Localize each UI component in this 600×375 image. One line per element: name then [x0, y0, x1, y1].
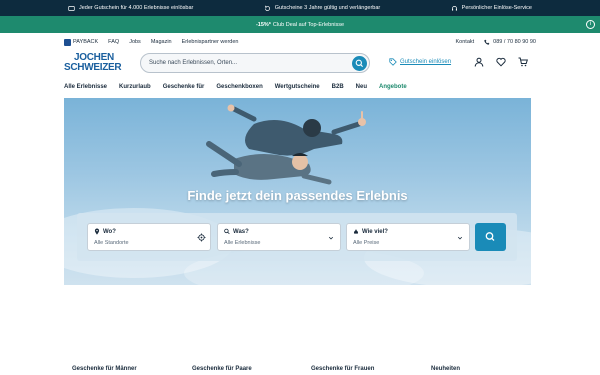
partner-link[interactable]: Erlebnispartner werden [182, 39, 239, 45]
main-nav: Alle Erlebnisse Kurzurlaub Geschenke für… [64, 84, 407, 94]
nav-item-geschenkboxen[interactable]: Geschenkboxen [216, 84, 262, 94]
chevron-down-icon [457, 236, 463, 240]
location-pin-icon [94, 228, 100, 235]
search-icon [224, 228, 230, 235]
promo-text: Club Deal auf Top-Erlebnisse [272, 21, 345, 28]
price-select[interactable]: Wie viel? Alle Preise [346, 223, 470, 251]
price-value: Alle Preise [353, 240, 380, 246]
search-input[interactable]: Suche nach Erlebnissen, Orten... [149, 60, 237, 66]
cart-icon[interactable] [518, 57, 528, 67]
usp-text: Jeder Gutschein für 4.000 Erlebnisse ein… [79, 5, 194, 11]
skydivers-image [206, 104, 366, 185]
chevron-down-icon [328, 236, 334, 240]
nav-item-neu[interactable]: Neu [356, 84, 367, 94]
phone-link[interactable]: 089 / 70 80 90 90 [484, 39, 536, 45]
location-label: Wo? [103, 229, 116, 235]
usp-item: Persönlicher Einlöse-Service [451, 5, 532, 12]
search-bar[interactable]: Suche nach Erlebnissen, Orten... [140, 53, 370, 73]
nav-item-angebote[interactable]: Angebote [379, 84, 407, 94]
faq-link[interactable]: FAQ [108, 39, 119, 45]
promo-highlight: -15%* [255, 21, 271, 28]
site-header: JOCHEN SCHWEIZER Suche nach Erlebnissen,… [64, 52, 536, 76]
usp-text: Gutscheine 3 Jahre gültig und verlängerb… [274, 5, 381, 11]
category-value: Alle Erlebnisse [224, 240, 261, 246]
payback-icon [64, 38, 71, 46]
hero-headline: Finde jetzt dein passendes Erlebnis [187, 188, 408, 203]
promo-banner[interactable]: -15%* Club Deal auf Top-Erlebnisse i [0, 16, 600, 33]
meta-links: PAYBACK FAQ Jobs Magazin Erlebnispartner… [64, 37, 536, 47]
heart-icon[interactable] [496, 57, 506, 67]
search-icon [355, 59, 363, 67]
usp-item: Gutscheine 3 Jahre gültig und verlängerb… [264, 5, 380, 12]
hero-banner: Finde jetzt dein passendes Erlebnis Wo? … [64, 98, 531, 285]
nav-item-b2b[interactable]: B2B [332, 84, 344, 94]
search-icon [485, 232, 495, 241]
payback-link[interactable]: PAYBACK [64, 38, 98, 46]
category-new[interactable]: Neuheiten [431, 366, 460, 372]
brand-logo[interactable]: JOCHEN SCHWEIZER [64, 53, 124, 75]
locate-icon[interactable] [197, 233, 206, 242]
usp-bar: Jeder Gutschein für 4.000 Erlebnisse ein… [0, 0, 600, 16]
magazin-link[interactable]: Magazin [151, 39, 172, 45]
phone-icon [484, 39, 490, 45]
nav-item-all[interactable]: Alle Erlebnisse [64, 84, 107, 94]
category-select[interactable]: Was? Alle Erlebnisse [217, 223, 341, 251]
experience-finder: Wo? Alle Standorte Was? Alle Erlebnisse … [77, 213, 517, 261]
user-icon[interactable] [474, 57, 484, 67]
location-select[interactable]: Wo? Alle Standorte [87, 223, 211, 251]
category-couples[interactable]: Geschenke für Paare [192, 366, 252, 372]
redeem-voucher-link[interactable]: Gutschein einlösen [389, 58, 451, 66]
nav-item-geschenke[interactable]: Geschenke für [163, 84, 205, 94]
info-icon[interactable]: i [586, 20, 595, 29]
jobs-link[interactable]: Jobs [129, 39, 141, 45]
nav-item-wertgutscheine[interactable]: Wertgutscheine [275, 84, 320, 94]
location-value: Alle Standorte [94, 240, 129, 246]
tag-icon [389, 58, 397, 66]
category-label: Was? [233, 229, 249, 235]
category-row: Geschenke für Männer Geschenke für Paare… [0, 366, 600, 375]
voucher-icon [68, 5, 75, 11]
usp-item: Jeder Gutschein für 4.000 Erlebnisse ein… [68, 5, 193, 12]
price-label: Wie viel? [362, 229, 388, 235]
finder-search-button[interactable] [475, 223, 506, 251]
category-men[interactable]: Geschenke für Männer [72, 366, 137, 372]
usp-text: Persönlicher Einlöse-Service [461, 5, 532, 11]
money-bag-icon [353, 229, 359, 234]
headset-icon [451, 5, 457, 11]
refresh-icon [264, 5, 270, 11]
nav-item-kurzurlaub[interactable]: Kurzurlaub [119, 84, 151, 94]
category-women[interactable]: Geschenke für Frauen [311, 366, 374, 372]
contact-link[interactable]: Kontakt [456, 39, 475, 45]
search-button[interactable] [352, 56, 367, 71]
